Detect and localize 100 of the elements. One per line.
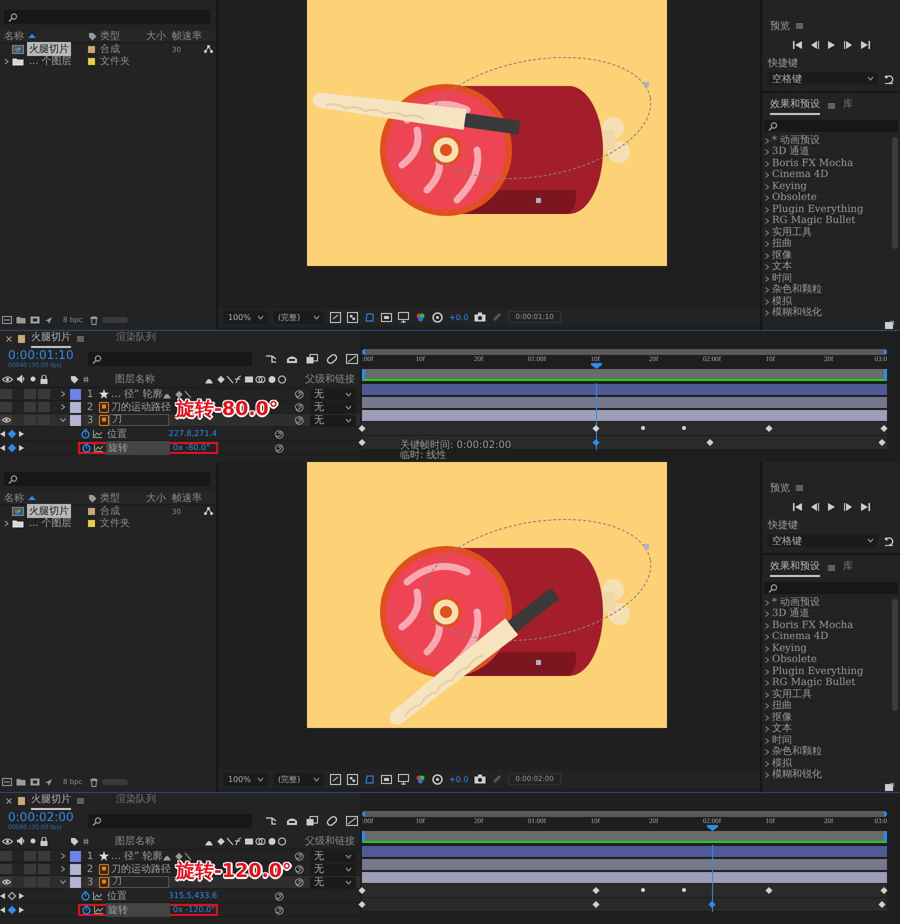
search-field[interactable] xyxy=(764,120,898,132)
next-keyframe-icon[interactable] xyxy=(19,430,24,436)
interpret-icon[interactable] xyxy=(2,778,12,786)
keyframe-toggle[interactable] xyxy=(8,429,16,438)
effect-category[interactable]: RG Magic Bullet xyxy=(772,216,856,226)
camera-icon[interactable] xyxy=(474,774,486,784)
stopwatch-icon[interactable] xyxy=(81,890,90,900)
trash-icon[interactable] xyxy=(90,778,98,786)
mask-path-icon[interactable] xyxy=(364,312,375,322)
effect-category[interactable]: Plugin Everything xyxy=(772,666,864,677)
switch-box[interactable] xyxy=(24,851,36,861)
layer-name[interactable]: … 径” 轮廓 xyxy=(109,387,163,401)
chevron-icon[interactable] xyxy=(4,520,9,526)
effect-category[interactable]: RG Magic Bullet xyxy=(772,678,856,688)
keyframe[interactable] xyxy=(358,900,366,908)
play-icon[interactable] xyxy=(826,503,836,511)
camera-icon[interactable] xyxy=(474,312,486,322)
next-keyframe-icon[interactable] xyxy=(19,906,24,912)
close-icon[interactable] xyxy=(6,798,12,804)
step-forward-icon[interactable] xyxy=(844,41,852,49)
work-area-bar[interactable] xyxy=(362,369,887,381)
graph-editor-icon[interactable] xyxy=(346,354,358,364)
label-swatch[interactable] xyxy=(70,864,81,874)
caret-icon[interactable] xyxy=(60,853,66,859)
resolution-dropdown[interactable]: (完整) xyxy=(274,310,324,324)
label-swatch[interactable] xyxy=(70,850,81,862)
paperclip-icon[interactable] xyxy=(326,354,338,364)
switch-box[interactable] xyxy=(38,851,50,861)
scrollbar[interactable] xyxy=(892,599,898,712)
resolution-dropdown[interactable]: (完整) xyxy=(274,772,324,786)
shy-icon[interactable] xyxy=(286,816,298,826)
layer-name[interactable]: 刀的运动路径 xyxy=(109,400,171,414)
work-area-bar[interactable] xyxy=(362,831,887,843)
parent-dropdown[interactable]: 无 xyxy=(310,388,356,400)
visibility-toggle[interactable] xyxy=(0,864,12,874)
effect-category[interactable]: Cinema 4D xyxy=(772,632,828,642)
safe-margins-icon[interactable] xyxy=(381,774,392,784)
keyframe[interactable] xyxy=(358,424,366,432)
channels-icon[interactable] xyxy=(415,312,426,322)
flowchart-icon[interactable] xyxy=(266,354,278,364)
parent-dropdown[interactable]: 无 xyxy=(310,864,356,874)
region-icon[interactable] xyxy=(330,774,341,784)
current-time[interactable]: 0:00:01:10 xyxy=(8,349,74,362)
send-icon[interactable] xyxy=(44,316,53,324)
skip-forward-icon[interactable] xyxy=(860,41,870,49)
property-name[interactable]: 位置 xyxy=(105,426,166,440)
caret-icon[interactable] xyxy=(60,417,66,423)
effect-category[interactable]: 实用工具 xyxy=(772,228,812,238)
shy-icon[interactable] xyxy=(286,354,298,364)
step-back-icon[interactable] xyxy=(810,41,818,49)
effect-category[interactable]: 抠像 xyxy=(772,712,792,723)
exposure-value[interactable]: +0.0 xyxy=(449,774,468,784)
property-name[interactable]: 旋转 xyxy=(106,902,170,916)
effect-category[interactable]: 模拟 xyxy=(772,296,792,307)
effect-category[interactable]: * 动画预设 xyxy=(772,598,820,608)
visibility-toggle[interactable] xyxy=(0,877,12,887)
step-forward-icon[interactable] xyxy=(844,503,852,511)
project-item[interactable]: ... 个图层 xyxy=(27,516,74,530)
play-icon[interactable] xyxy=(826,41,836,49)
column-header[interactable]: 大小 xyxy=(146,493,166,504)
new-item-icon[interactable] xyxy=(885,782,894,791)
switch-box[interactable] xyxy=(38,402,50,412)
effect-category[interactable]: Boris FX Mocha xyxy=(772,158,854,169)
switch-box[interactable] xyxy=(24,415,36,425)
graph-icon[interactable] xyxy=(94,444,103,452)
visibility-toggle[interactable] xyxy=(0,402,12,412)
caret-icon[interactable] xyxy=(60,391,66,397)
column-header[interactable]: 帧速率 xyxy=(172,31,202,42)
panel-tab[interactable]: 库 xyxy=(843,559,853,577)
visibility-toggle[interactable] xyxy=(0,851,12,861)
panel-tab[interactable]: 渲染队列 xyxy=(116,330,156,348)
switch-box[interactable] xyxy=(38,877,50,887)
paperclip-icon[interactable] xyxy=(326,816,338,826)
column-header[interactable]: 类型 xyxy=(100,493,120,504)
graph-editor-icon[interactable] xyxy=(346,816,358,826)
keyframe-toggle[interactable] xyxy=(8,443,16,452)
stopwatch-icon[interactable] xyxy=(82,904,91,914)
step-back-icon[interactable] xyxy=(810,503,818,511)
zoom-dropdown[interactable]: 100% xyxy=(224,772,268,786)
keyframe[interactable] xyxy=(765,424,772,432)
keyframe[interactable] xyxy=(880,424,888,432)
effect-category[interactable]: 抠像 xyxy=(772,250,792,261)
send-icon[interactable] xyxy=(44,778,53,786)
label-swatch[interactable] xyxy=(70,876,81,888)
stopwatch-icon[interactable] xyxy=(81,428,90,438)
keyframe[interactable] xyxy=(592,886,600,894)
skip-back-icon[interactable] xyxy=(792,41,802,49)
panel-tab[interactable]: 效果和预设 xyxy=(770,97,820,115)
reset-icon[interactable] xyxy=(884,74,894,84)
keyframe[interactable] xyxy=(880,886,888,894)
effect-category[interactable]: 时间 xyxy=(772,274,792,284)
keyframe[interactable] xyxy=(592,424,600,432)
property-name[interactable]: 位置 xyxy=(105,888,166,902)
visibility-toggle[interactable] xyxy=(0,389,12,399)
reset-icon[interactable] xyxy=(884,536,894,546)
keyframe[interactable] xyxy=(878,900,886,908)
panel-tab[interactable]: 火腿切片 xyxy=(31,330,71,348)
effect-category[interactable]: 3D 通道 xyxy=(772,609,810,620)
keyframe[interactable] xyxy=(592,900,600,908)
effect-category[interactable]: Obsolete xyxy=(772,655,817,666)
